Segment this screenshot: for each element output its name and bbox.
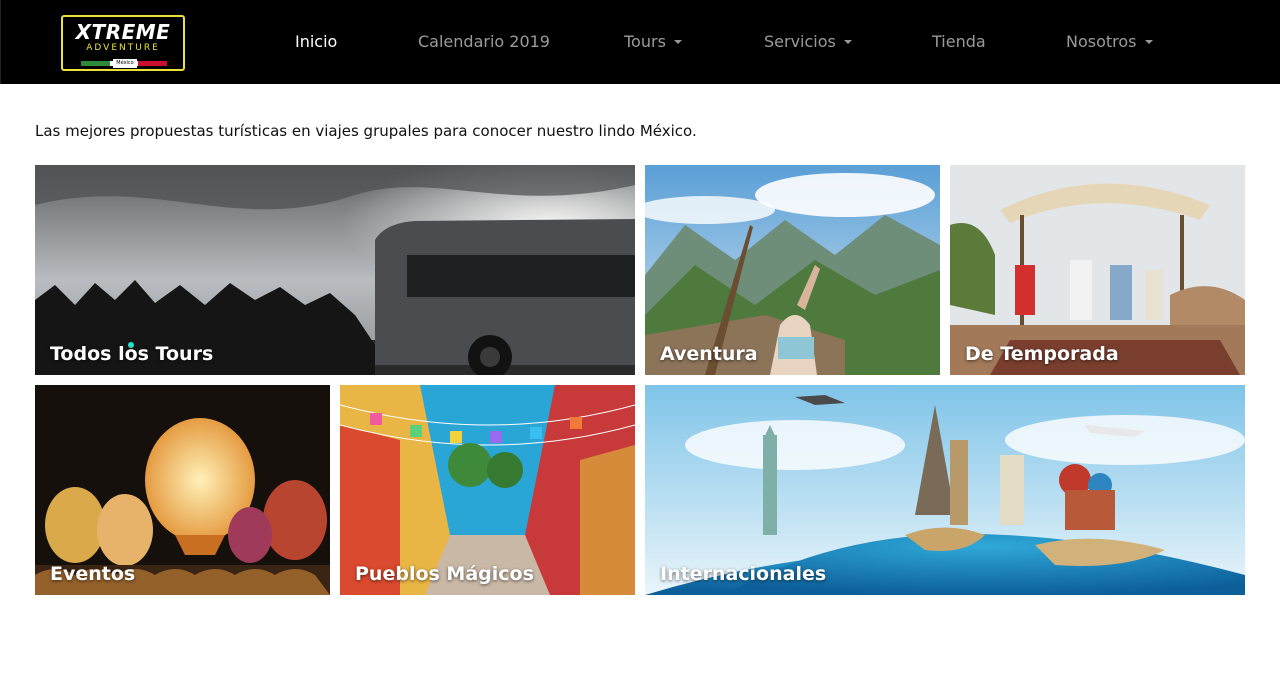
brand-country: México bbox=[113, 59, 137, 68]
tile-label: Todos los Tours bbox=[50, 343, 214, 365]
brand-subtitle: ADVENTURE bbox=[86, 43, 160, 53]
nav-tienda-label: Tienda bbox=[932, 32, 986, 51]
tile-pueblos-magicos[interactable]: Pueblos Mágicos bbox=[340, 385, 635, 595]
tile-label: Eventos bbox=[50, 563, 136, 585]
nav-calendario-label: Calendario 2019 bbox=[418, 32, 550, 51]
intro-text: Las mejores propuestas turísticas en via… bbox=[35, 122, 697, 140]
nav-servicios-label: Servicios bbox=[764, 32, 836, 51]
tile-de-temporada[interactable]: De Temporada bbox=[950, 165, 1245, 375]
brand-name: XTREME bbox=[75, 20, 171, 44]
nav-nosotros[interactable]: Nosotros bbox=[1066, 30, 1153, 54]
tile-aventura[interactable]: Aventura bbox=[645, 165, 940, 375]
nav-servicios[interactable]: Servicios bbox=[764, 30, 852, 54]
nav-tours[interactable]: Tours bbox=[624, 30, 682, 54]
chevron-down-icon bbox=[843, 39, 852, 44]
tile-label: Internacionales bbox=[660, 563, 827, 585]
brand-logo[interactable]: XTREME ADVENTURE México bbox=[61, 15, 185, 71]
tile-label: Pueblos Mágicos bbox=[355, 563, 534, 585]
nav-tours-label: Tours bbox=[624, 32, 666, 51]
tile-todos-los-tours[interactable]: Todos los Tours bbox=[35, 165, 635, 375]
nav-inicio-label: Inicio bbox=[295, 32, 338, 51]
tile-label: Aventura bbox=[660, 343, 758, 365]
top-navbar: XTREME ADVENTURE México Inicio Calendari… bbox=[0, 0, 1280, 84]
tile-eventos[interactable]: Eventos bbox=[35, 385, 330, 595]
nav-tienda[interactable]: Tienda bbox=[932, 30, 986, 54]
tile-label: De Temporada bbox=[965, 343, 1119, 365]
chevron-down-icon bbox=[673, 39, 682, 44]
chevron-down-icon bbox=[1144, 39, 1153, 44]
nav-calendario[interactable]: Calendario 2019 bbox=[418, 30, 550, 54]
nav-inicio[interactable]: Inicio bbox=[295, 30, 337, 54]
nav-nosotros-label: Nosotros bbox=[1066, 32, 1137, 51]
tile-internacionales[interactable]: Internacionales bbox=[645, 385, 1245, 595]
